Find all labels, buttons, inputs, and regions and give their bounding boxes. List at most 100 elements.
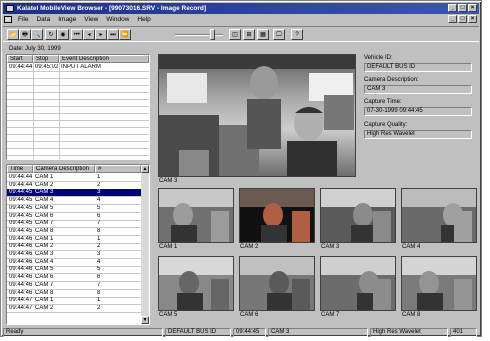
camera-frame-row[interactable]: 09:44:45 CAM 3 3 bbox=[7, 189, 141, 197]
refresh-button[interactable]: ↻ bbox=[45, 29, 57, 40]
camera-frame-row[interactable]: 09:44:45 CAM 5 5 bbox=[7, 205, 141, 212]
main-camera-view[interactable] bbox=[158, 54, 356, 177]
menu-data[interactable]: Data bbox=[32, 16, 54, 23]
frame-time-cell: 09:44:44 bbox=[9, 174, 33, 180]
event-col-stop[interactable]: Stop bbox=[33, 55, 59, 63]
main-view-caption: CAM 3 bbox=[159, 178, 178, 184]
prev-frame-button[interactable]: ◂ bbox=[83, 29, 95, 40]
thumbnail-image bbox=[240, 189, 314, 242]
frame-camera-cell: CAM 2 bbox=[35, 181, 54, 188]
status-bar: Ready DEFAULT BUS ID 09:44:45 CAM 3 High… bbox=[3, 328, 479, 337]
camera-thumbnail[interactable] bbox=[401, 256, 477, 311]
thumbnail-caption: CAM 5 bbox=[159, 312, 178, 318]
speed-slider-track[interactable] bbox=[175, 34, 223, 36]
camera-col-number[interactable]: # bbox=[95, 165, 141, 173]
menu-window[interactable]: Window bbox=[102, 16, 133, 23]
camera-frame-row[interactable]: 09:44:47 CAM 1 1 bbox=[7, 297, 141, 304]
camera-frame-row[interactable]: 09:44:46 CAM 6 6 bbox=[7, 274, 141, 281]
camera-col-description[interactable]: Camera Description bbox=[33, 165, 95, 173]
multi-view-button[interactable]: ▦ bbox=[257, 29, 269, 40]
event-stop-cell[interactable]: 09:45:02 bbox=[33, 64, 59, 71]
last-frame-icon: ⏭ bbox=[110, 32, 116, 38]
camera-thumbnail[interactable] bbox=[239, 256, 315, 311]
maximize-button[interactable]: □ bbox=[458, 4, 467, 12]
first-frame-button[interactable]: ⏮ bbox=[71, 29, 83, 40]
camera-frame-row[interactable]: 09:44:44 CAM 1 1 bbox=[7, 174, 141, 181]
camera-frame-row[interactable]: 09:44:46 CAM 4 4 bbox=[7, 259, 141, 266]
camera-frame-row[interactable]: 09:44:45 CAM 7 7 bbox=[7, 220, 141, 227]
camera-frame-row[interactable]: 09:44:46 CAM 3 3 bbox=[7, 251, 141, 258]
frame-camera-cell: CAM 5 bbox=[35, 266, 54, 273]
thumbnail-image bbox=[240, 257, 314, 310]
camera-thumbnail[interactable] bbox=[158, 188, 234, 243]
export-button[interactable]: 🖵 bbox=[273, 29, 285, 40]
last-frame-button[interactable]: ⏭ bbox=[107, 29, 119, 40]
camera-frame-row[interactable]: 09:44:46 CAM 2 2 bbox=[7, 243, 141, 250]
mdi-close-button[interactable]: × bbox=[468, 15, 477, 23]
title-bar[interactable]: Kalatel MobileView Browser - [99073016.S… bbox=[3, 3, 479, 14]
menu-image[interactable]: Image bbox=[54, 16, 80, 23]
scroll-down-button[interactable]: ▼ bbox=[141, 316, 149, 324]
camera-frame-list[interactable]: Time Camera Description # ▲ ▼ 09:44:44 CA… bbox=[6, 164, 150, 325]
camera-frame-row[interactable]: 09:44:45 CAM 4 4 bbox=[7, 197, 141, 204]
capture-quality-value: High Res Wavelet bbox=[364, 130, 472, 139]
frame-time-cell: 09:44:46 bbox=[9, 281, 33, 288]
close-button[interactable]: × bbox=[468, 4, 477, 12]
print-button[interactable]: 🖶 bbox=[19, 29, 31, 40]
camera-frame-row[interactable]: 09:44:46 CAM 5 5 bbox=[7, 266, 141, 273]
help-button[interactable]: ? bbox=[291, 29, 303, 40]
frame-time-cell: 09:44:46 bbox=[9, 274, 33, 281]
date-label: Date: July 30, 1999 bbox=[9, 46, 61, 52]
next-frame-button[interactable]: ▸ bbox=[95, 29, 107, 40]
thumbnail-image bbox=[321, 257, 395, 310]
thumbnail-image bbox=[159, 189, 233, 242]
event-grid-line bbox=[7, 127, 149, 128]
camera-thumbnail[interactable] bbox=[401, 188, 477, 243]
thumbnail-caption: CAM 1 bbox=[159, 244, 178, 250]
menu-file[interactable]: File bbox=[14, 16, 32, 23]
event-description-cell[interactable]: INPUT ALARM bbox=[59, 64, 149, 71]
fast-forward-button[interactable]: ⏩ bbox=[119, 29, 131, 40]
open-button[interactable]: 📂 bbox=[7, 29, 19, 40]
frame-camera-cell: CAM 7 bbox=[35, 281, 54, 288]
record-button[interactable]: ◉ bbox=[57, 29, 69, 40]
event-list[interactable]: Start Stop Event Description 09:44:44 09:… bbox=[6, 54, 150, 160]
camera-list-scrollbar[interactable]: ▲ ▼ bbox=[141, 165, 149, 324]
menu-view[interactable]: View bbox=[80, 16, 102, 23]
camera-frame-row[interactable]: 09:44:46 CAM 8 8 bbox=[7, 290, 141, 297]
scroll-up-button[interactable]: ▲ bbox=[141, 165, 149, 173]
frame-number-cell: 5 bbox=[97, 266, 101, 273]
preview-button[interactable]: 🔍 bbox=[31, 29, 43, 40]
camera-thumbnail[interactable] bbox=[239, 188, 315, 243]
single-view-button[interactable]: ◫ bbox=[229, 29, 241, 40]
event-col-start[interactable]: Start bbox=[7, 55, 33, 63]
document-icon[interactable] bbox=[4, 16, 12, 23]
event-col-description[interactable]: Event Description bbox=[59, 55, 149, 63]
mdi-restore-button[interactable]: □ bbox=[458, 15, 467, 23]
frame-time-cell: 09:44:45 bbox=[9, 212, 33, 219]
frame-camera-cell: CAM 6 bbox=[35, 212, 54, 219]
event-grid-column bbox=[33, 63, 34, 159]
event-grid-line bbox=[7, 106, 149, 107]
quad-view-button[interactable]: ⊞ bbox=[243, 29, 255, 40]
camera-frame-row[interactable]: 09:44:45 CAM 6 6 bbox=[7, 213, 141, 220]
camera-thumbnail[interactable] bbox=[158, 256, 234, 311]
camera-frame-row[interactable]: 09:44:46 CAM 7 7 bbox=[7, 282, 141, 289]
frame-camera-cell: CAM 1 bbox=[35, 297, 54, 304]
frame-number-cell: 5 bbox=[97, 204, 101, 211]
camera-col-time[interactable]: Time bbox=[7, 165, 33, 173]
camera-thumbnail[interactable] bbox=[320, 256, 396, 311]
camera-thumbnail[interactable] bbox=[320, 188, 396, 243]
open-icon: 📂 bbox=[9, 32, 17, 38]
camera-frame-row[interactable]: 09:44:44 CAM 2 2 bbox=[7, 182, 141, 189]
camera-frame-row[interactable]: 09:44:45 CAM 8 8 bbox=[7, 228, 141, 235]
menu-help[interactable]: Help bbox=[133, 16, 154, 23]
refresh-icon: ↻ bbox=[48, 32, 54, 38]
camera-frame-row[interactable]: 09:44:46 CAM 1 1 bbox=[7, 236, 141, 243]
camera-frame-row[interactable]: 09:44:47 CAM 2 2 bbox=[7, 305, 141, 312]
speed-slider-thumb[interactable] bbox=[210, 29, 215, 40]
mdi-minimize-button[interactable]: _ bbox=[448, 15, 457, 23]
minimize-button[interactable]: _ bbox=[448, 4, 457, 12]
export-icon: 🖵 bbox=[276, 32, 282, 38]
event-start-cell[interactable]: 09:44:44 bbox=[7, 64, 33, 71]
